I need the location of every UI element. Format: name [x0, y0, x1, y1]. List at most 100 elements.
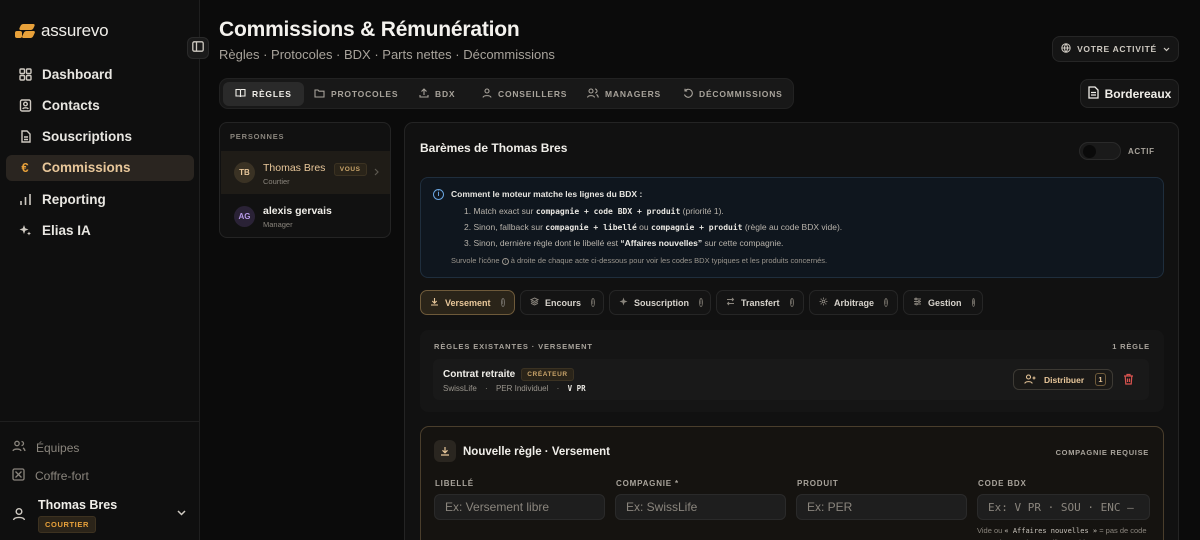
rule-card[interactable]: Contrat retraite CRÉATEUR SwissLife · PER… — [433, 359, 1149, 400]
libelle-input[interactable] — [434, 494, 605, 520]
nav-label: Coffre-fort — [35, 469, 89, 483]
nav-item-elias-ia[interactable]: Elias IA — [6, 217, 194, 243]
panel-title: Barèmes de Thomas Bres — [420, 141, 568, 155]
nav-item-coffre-fort[interactable]: Coffre-fort — [12, 468, 89, 484]
info-icon[interactable]: i — [591, 298, 595, 307]
sparkle-icon — [18, 223, 32, 237]
code-bdx-label: CODE BDX — [978, 479, 1027, 488]
nav-item-souscriptions[interactable]: Souscriptions — [6, 124, 194, 150]
info-icon[interactable]: i — [884, 298, 888, 307]
tab-label: DÉCOMMISSIONS — [699, 89, 783, 99]
folder-icon — [314, 88, 325, 101]
info-icon[interactable]: i — [971, 298, 976, 307]
person-name: alexis gervais — [263, 204, 332, 217]
person-item[interactable]: TB Thomas Bres VOUS Courtier — [221, 151, 390, 194]
type-arbitrage[interactable]: Arbitrage i — [809, 290, 898, 315]
required-note: COMPAGNIE REQUISE — [1055, 448, 1149, 457]
user-icon — [482, 87, 492, 101]
distribute-button[interactable]: Distribuer 1 — [1013, 369, 1113, 390]
user-menu[interactable]: Thomas Bres COURTIER — [12, 498, 190, 533]
info-line-1: 1. Match exact sur compagnie + code BDX … — [464, 206, 724, 216]
type-encours[interactable]: Encours i — [520, 290, 604, 315]
logo-text: assurevo — [41, 21, 109, 40]
activity-label: VOTRE ACTIVITÉ — [1077, 44, 1157, 54]
info-icon[interactable]: i — [500, 298, 505, 307]
type-versement[interactable]: Versement i — [420, 290, 515, 315]
undo-icon — [683, 88, 693, 101]
team-icon — [586, 87, 599, 101]
chevron-down-icon — [1163, 44, 1170, 54]
active-toggle[interactable]: ACTIF — [1079, 142, 1155, 160]
tab-label: RÈGLES — [252, 89, 292, 99]
info-line-2: 2. Sinon, fallback sur compagnie + libel… — [464, 222, 843, 232]
avatar: TB — [234, 162, 255, 183]
contacts-icon — [18, 98, 32, 112]
compagnie-input[interactable] — [615, 494, 786, 520]
existing-rules-heading: RÈGLES EXISTANTES · VERSEMENT — [434, 342, 593, 351]
page-subtitle: Règles · Protocoles · BDX · Parts nettes… — [219, 47, 555, 62]
sidebar: assurevo Dashboard Contacts Souscription… — [0, 0, 200, 540]
nav-item-reporting[interactable]: Reporting — [6, 186, 194, 212]
user-role-badge: COURTIER — [38, 516, 96, 533]
tab-conseillers[interactable]: CONSEILLERS — [470, 82, 579, 106]
produit-input[interactable] — [796, 494, 967, 520]
tab-protocoles[interactable]: PROTOCOLES — [302, 82, 410, 106]
settings-icon — [913, 297, 922, 308]
tab-managers[interactable]: MANAGERS — [575, 82, 673, 106]
person-role: Manager — [263, 219, 293, 229]
upload-icon — [419, 87, 429, 101]
book-icon — [235, 88, 246, 101]
tab-decommissions[interactable]: DÉCOMMISSIONS — [671, 82, 795, 106]
nav-item-dashboard[interactable]: Dashboard — [6, 61, 194, 87]
libelle-label: LIBELLÉ — [435, 479, 474, 488]
layers-icon — [529, 297, 540, 308]
trash-icon[interactable] — [1123, 373, 1134, 388]
tab-label: PROTOCOLES — [331, 89, 399, 99]
nav-item-equipes[interactable]: Équipes — [12, 440, 79, 455]
document-icon — [18, 130, 32, 144]
globe-icon — [1061, 43, 1071, 55]
person-item[interactable]: AG alexis gervais Manager — [221, 195, 390, 237]
sidebar-toggle-button[interactable] — [187, 37, 209, 59]
user-icon — [12, 507, 28, 524]
info-icon: i — [433, 189, 444, 200]
app-logo[interactable]: assurevo — [15, 21, 109, 41]
code-bdx-input[interactable] — [977, 494, 1150, 520]
nav-item-contacts[interactable]: Contacts — [6, 92, 194, 118]
transfer-icon — [726, 297, 735, 308]
toggle-switch[interactable] — [1079, 142, 1121, 160]
type-transfert[interactable]: Transfert i — [716, 290, 804, 315]
info-line-3: 3. Sinon, dernière règle dont le libellé… — [464, 238, 784, 248]
creator-badge: CRÉATEUR — [521, 368, 574, 381]
activity-selector-button[interactable]: VOTRE ACTIVITÉ — [1052, 36, 1179, 62]
grid-icon — [18, 67, 32, 81]
team-icon — [12, 440, 26, 455]
info-icon[interactable]: i — [789, 298, 794, 307]
type-souscription[interactable]: Souscription i — [609, 290, 711, 315]
code-bdx-hint: Vide ou « Affaires nouvelles » = pas de … — [977, 526, 1147, 540]
bordereaux-button[interactable]: Bordereaux — [1080, 79, 1179, 108]
nav-item-commissions[interactable]: € Commissions — [6, 154, 194, 181]
type-gestion[interactable]: Gestion i — [903, 290, 983, 315]
chevron-right-icon — [374, 168, 379, 178]
person-name: Thomas Bres — [263, 161, 326, 174]
compagnie-label: COMPAGNIE * — [616, 479, 679, 488]
nav-label: Souscriptions — [42, 129, 133, 145]
person-role: Courtier — [263, 176, 290, 186]
info-small-icon: i — [501, 258, 509, 265]
rule-name: Contrat retraite CRÉATEUR — [443, 368, 574, 381]
sidebar-divider — [0, 421, 199, 422]
nav-label: Commissions — [42, 160, 131, 176]
tab-regles[interactable]: RÈGLES — [223, 82, 304, 106]
main-nav: Dashboard Contacts Souscriptions € Commi… — [6, 61, 194, 249]
info-icon[interactable]: i — [699, 298, 703, 307]
tab-bdx[interactable]: BDX — [407, 82, 467, 106]
chevron-down-icon[interactable] — [177, 508, 186, 519]
euro-icon: € — [21, 160, 29, 176]
chart-icon — [18, 192, 32, 206]
logo-mark-icon — [15, 24, 36, 38]
toggle-label: ACTIF — [1128, 146, 1155, 156]
avatar: AG — [234, 206, 255, 227]
download-icon — [430, 297, 439, 308]
tab-label: MANAGERS — [605, 89, 661, 99]
